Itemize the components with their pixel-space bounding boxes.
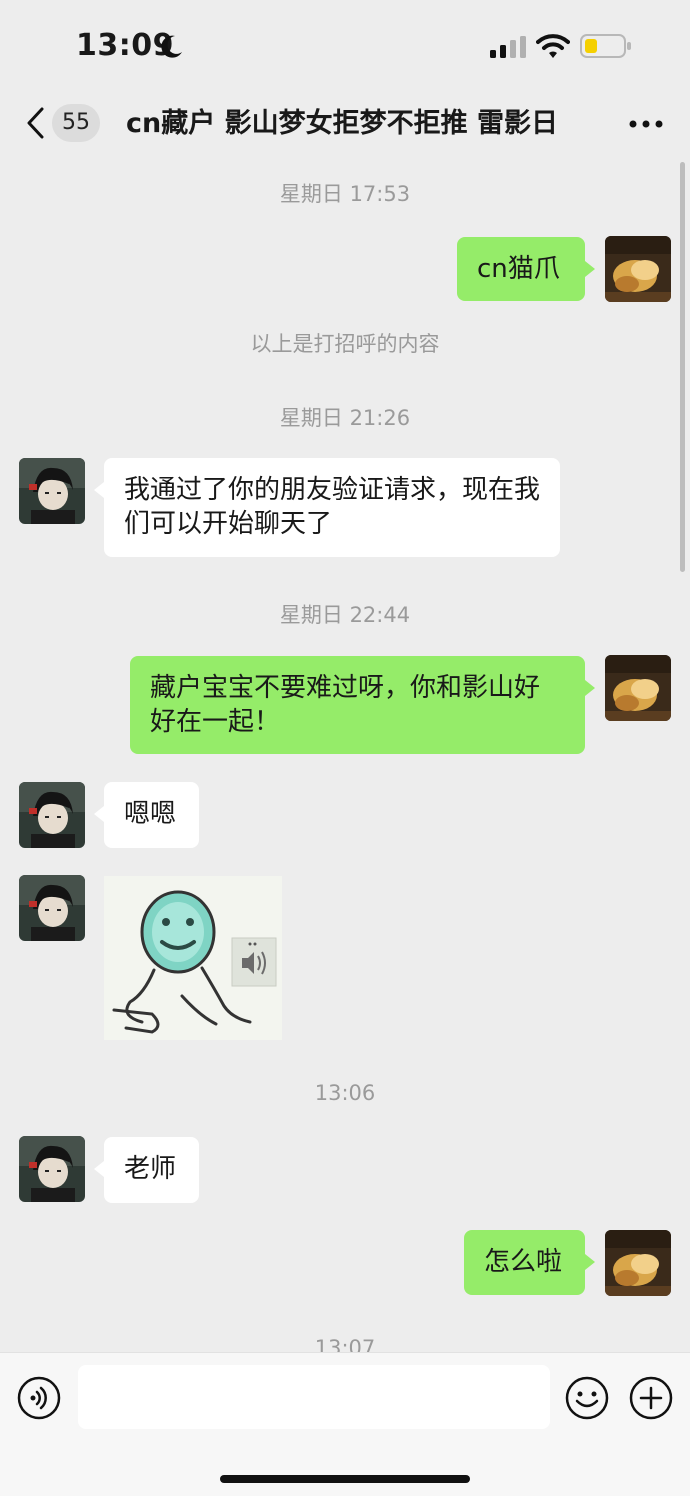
more-options-icon[interactable] xyxy=(626,110,666,138)
timestamp: 星期日 22:44 xyxy=(279,603,411,627)
self-avatar[interactable] xyxy=(605,655,671,721)
wifi-icon xyxy=(536,34,570,58)
chat-title: cn藏户 影山梦女拒梦不拒推 雷影日 xyxy=(126,108,559,139)
message-bubble-other[interactable]: 老师 xyxy=(104,1137,199,1203)
self-avatar[interactable] xyxy=(605,236,671,302)
message-bubble-self[interactable]: 怎么啦 xyxy=(464,1230,585,1295)
message-bubble-other[interactable]: 我通过了你的朋友验证请求，现在我们可以开始聊天了 xyxy=(104,458,560,557)
message-bubble-self[interactable]: 藏户宝宝不要难过呀，你和影山好好在一起！ xyxy=(130,656,585,754)
home-indicator[interactable] xyxy=(220,1475,470,1483)
sticker-face-speaker[interactable] xyxy=(104,876,282,1040)
message-input[interactable] xyxy=(78,1365,550,1429)
message-input-bar xyxy=(0,1352,690,1496)
bubble-tail xyxy=(94,806,104,822)
bubble-tail xyxy=(585,1254,595,1270)
battery-icon xyxy=(580,34,631,58)
status-bar: 13:09 xyxy=(0,0,690,92)
self-avatar[interactable] xyxy=(605,1230,671,1296)
moon-icon xyxy=(161,35,182,58)
contact-avatar[interactable] xyxy=(19,1136,85,1202)
bubble-tail xyxy=(94,482,104,498)
back-chevron-icon[interactable] xyxy=(24,106,46,140)
plus-icon[interactable] xyxy=(628,1375,674,1421)
unread-count-badge[interactable]: 55 xyxy=(52,104,100,142)
timestamp: 13:07 xyxy=(314,1336,376,1352)
timestamp: 13:06 xyxy=(314,1081,376,1105)
bubble-tail xyxy=(585,680,595,696)
contact-avatar[interactable] xyxy=(19,875,85,941)
bubble-tail xyxy=(585,261,595,277)
scrollbar[interactable] xyxy=(680,162,685,572)
emoji-icon[interactable] xyxy=(564,1375,610,1421)
contact-avatar[interactable] xyxy=(19,782,85,848)
signal-icon xyxy=(490,36,526,58)
chat-message-list[interactable]: 星期日 17:53 cn猫爪 以上是打招呼的内容 星期日 21:26 我通过了你… xyxy=(0,156,690,1352)
message-bubble-self[interactable]: cn猫爪 xyxy=(457,237,585,301)
contact-avatar[interactable] xyxy=(19,458,85,524)
timestamp: 星期日 17:53 xyxy=(279,182,411,206)
message-bubble-other[interactable]: 嗯嗯 xyxy=(104,782,199,848)
timestamp: 星期日 21:26 xyxy=(279,406,411,430)
bubble-tail xyxy=(94,1161,104,1177)
chat-header: 55 cn藏户 影山梦女拒梦不拒推 雷影日 xyxy=(0,92,690,156)
system-note: 以上是打招呼的内容 xyxy=(250,332,440,356)
voice-icon[interactable] xyxy=(16,1375,62,1421)
